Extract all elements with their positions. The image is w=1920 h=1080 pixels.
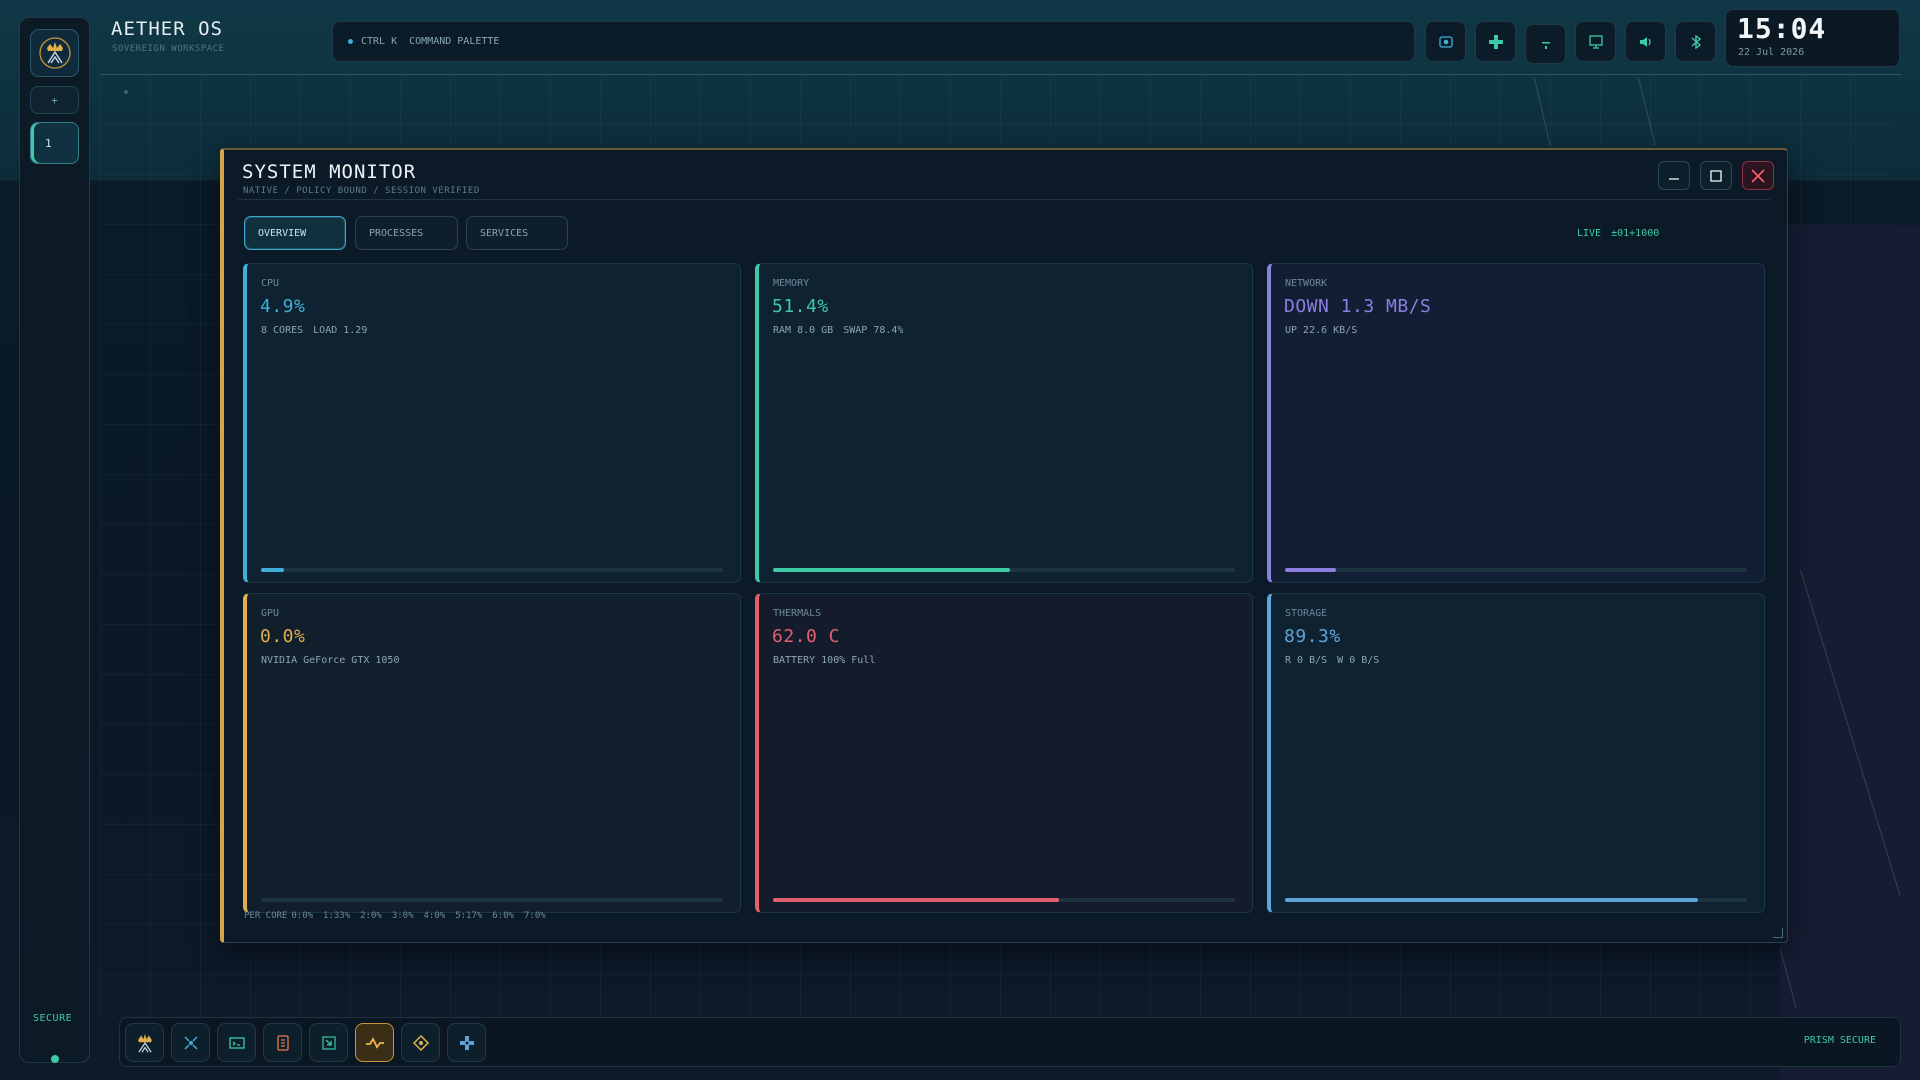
card-value: DOWN 1.3 MB/S (1284, 296, 1432, 317)
maximize-icon (1710, 169, 1722, 182)
core-usage: 4:0% (423, 911, 446, 921)
crown-logo-icon[interactable] (125, 1023, 164, 1062)
usage-bar (773, 568, 1235, 572)
core-usage: 1:33% (323, 911, 351, 921)
terminal-icon[interactable] (217, 1023, 256, 1062)
live-offset: ±01+1000 (1611, 228, 1660, 239)
card-detail: R 0 B/S W 0 B/S (1285, 655, 1380, 666)
usage-bar-fill (261, 568, 285, 572)
diamond-icon[interactable] (401, 1023, 440, 1062)
resize-handle[interactable] (1773, 928, 1783, 938)
core-usage: 7:0% (523, 911, 546, 921)
secure-status-dot (51, 1055, 59, 1063)
card-label: CPU (261, 278, 280, 289)
tab-processes[interactable]: PROCESSES (355, 216, 458, 250)
palette-shortcut: CTRL K (361, 36, 398, 47)
usage-bar (261, 898, 723, 902)
palette-label: COMMAND PALETTE (409, 36, 500, 47)
memory-card: MEMORY 51.4% RAM 8.0 GB SWAP 78.4% (755, 263, 1253, 583)
usage-bar (1285, 568, 1747, 572)
bluetooth-icon[interactable] (1675, 21, 1716, 62)
usage-bar (261, 568, 723, 572)
usage-bar-fill (1285, 898, 1698, 902)
breadcrumb: NATIVE / POLICY BOUND / SESSION VERIFIED (243, 186, 480, 196)
window-divider (238, 199, 1770, 200)
window-title: SYSTEM MONITOR (242, 161, 417, 183)
card-detail: BATTERY 100% Full (773, 655, 876, 666)
usage-bar-fill (773, 568, 1011, 572)
desktop-panel (1780, 225, 1920, 1080)
display-icon[interactable] (1575, 21, 1616, 62)
editor-icon[interactable] (309, 1023, 348, 1062)
card-label: GPU (261, 608, 280, 619)
top-divider (100, 74, 1902, 75)
system-monitor-window: SYSTEM MONITOR NATIVE / POLICY BOUND / S… (220, 148, 1788, 943)
clock[interactable]: 15:04 22 Jul 2026 (1725, 9, 1900, 67)
palette-dot-icon (348, 39, 353, 44)
minimize-button[interactable] (1658, 161, 1690, 190)
per-core-readout: PER CORE 0:0% 1:33% 2:0% 3:0% 4:0% 5:17% 6:0% 7:… (244, 911, 556, 921)
network-icon[interactable] (171, 1023, 210, 1062)
dock: PRISM SECURE (119, 1017, 1901, 1067)
usage-bar (773, 898, 1235, 902)
card-value: 0.0% (260, 626, 306, 647)
card-label: THERMALS (773, 608, 822, 619)
screenshot-icon[interactable] (1425, 21, 1466, 62)
tab-services[interactable]: SERVICES (466, 216, 568, 250)
core-usage: 3:0% (391, 911, 414, 921)
usage-bar-fill (1285, 568, 1336, 572)
monitor-icon[interactable] (355, 1023, 394, 1062)
per-core-list: 0:0% 1:33% 2:0% 3:0% 4:0% 5:17% 6:0% 7:0% (291, 911, 555, 921)
card-label: STORAGE (1285, 608, 1328, 619)
core-usage: 2:0% (360, 911, 382, 921)
card-label: NETWORK (1285, 278, 1328, 289)
card-value: 4.9% (260, 296, 306, 317)
minimize-icon (1669, 177, 1679, 180)
usage-bar (1285, 898, 1747, 902)
left-rail: + 1 SECURE (19, 17, 90, 1063)
card-label: MEMORY (773, 278, 810, 289)
live-label: LIVE (1577, 228, 1602, 239)
settings-icon[interactable] (447, 1023, 486, 1062)
prism-status: PRISM SECURE (1803, 1035, 1876, 1046)
maximize-button[interactable] (1700, 161, 1732, 190)
cpu-card: CPU 4.9% 8 CORES LOAD 1.29 (243, 263, 741, 583)
clock-time: 15:04 (1737, 12, 1827, 45)
per-core-label: PER CORE (244, 911, 288, 921)
close-icon (1751, 168, 1765, 183)
command-palette-input[interactable]: CTRL K COMMAND PALETTE (332, 21, 1415, 62)
card-detail: RAM 8.0 GB SWAP 78.4% (773, 325, 904, 336)
network-card: NETWORK DOWN 1.3 MB/S UP 22.6 KB/S (1267, 263, 1765, 583)
gamepad-icon[interactable] (1475, 21, 1516, 62)
thermals-card: THERMALS 62.0 C BATTERY 100% Full (755, 593, 1253, 913)
secure-label: SECURE (33, 1013, 73, 1024)
brand-subtitle: SOVEREIGN WORKSPACE (112, 44, 225, 54)
core-usage: 6:0% (492, 911, 514, 921)
card-value: 51.4% (772, 296, 829, 317)
card-value: 62.0 C (772, 626, 841, 647)
workspace-1-button[interactable]: 1 (30, 122, 79, 164)
card-value: 89.3% (1284, 626, 1341, 647)
card-detail: UP 22.6 KB/S (1285, 325, 1358, 336)
card-detail: NVIDIA GeForce GTX 1050 (261, 655, 400, 666)
gpu-card: GPU 0.0% NVIDIA GeForce GTX 1050 (243, 593, 741, 913)
clock-date: 22 Jul 2026 (1738, 47, 1805, 58)
pin-icon[interactable] (1525, 24, 1566, 64)
add-workspace-button[interactable]: + (30, 86, 79, 114)
close-button[interactable] (1742, 161, 1774, 190)
card-detail: 8 CORES LOAD 1.29 (261, 325, 368, 336)
desktop-dot (124, 90, 128, 94)
storage-card: STORAGE 89.3% R 0 B/S W 0 B/S (1267, 593, 1765, 913)
core-usage: 0:0% (291, 911, 314, 921)
crown-logo-icon[interactable] (30, 29, 79, 77)
usage-bar-fill (773, 898, 1060, 902)
core-usage: 5:17% (455, 911, 483, 921)
brand-title: AETHER OS (111, 18, 223, 40)
volume-icon[interactable] (1625, 21, 1666, 62)
live-indicator: LIVE ±01+1000 (1577, 228, 1669, 239)
tab-overview[interactable]: OVERVIEW (244, 216, 346, 250)
files-icon[interactable] (263, 1023, 302, 1062)
